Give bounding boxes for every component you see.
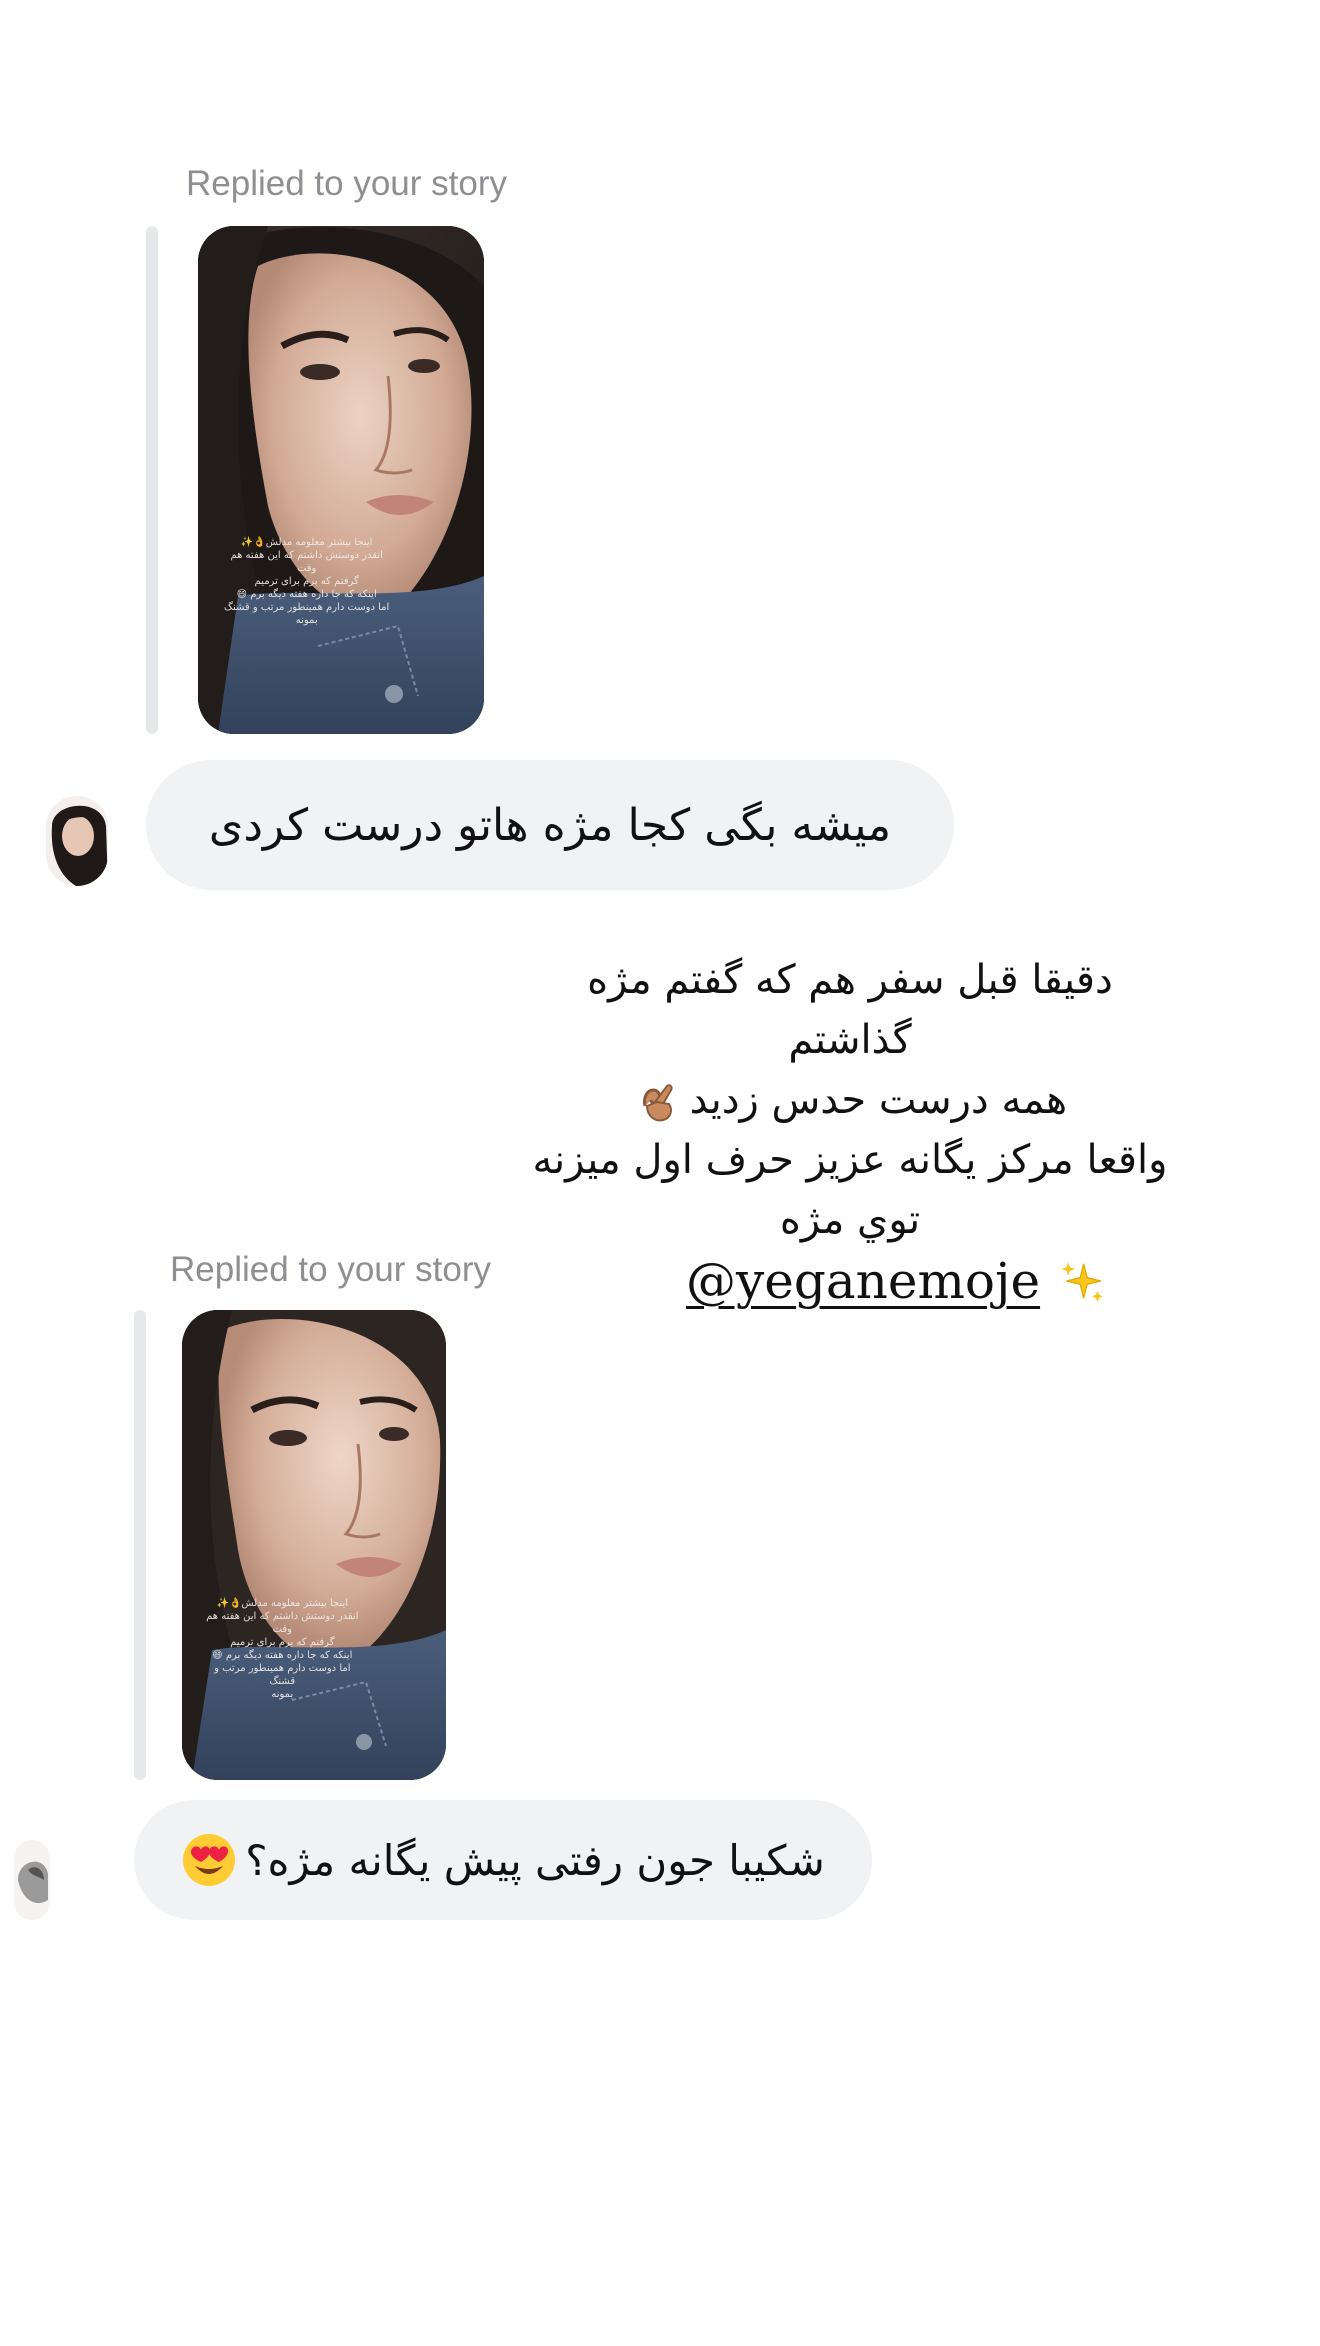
sparkles-icon — [1061, 1262, 1103, 1302]
story-text-line: همه درست حدس زدید — [689, 1077, 1068, 1123]
reply-label: Replied to your story — [186, 164, 507, 203]
avatar-image — [14, 1840, 50, 1920]
story-portrait-image — [182, 1310, 446, 1780]
story-caption-line: بمونه — [271, 1688, 294, 1700]
story-text-line: واقعا مرکز یگانه عزیز حرف اول میزنه — [532, 1137, 1168, 1183]
message-text: میشه بگی کجا مژه هاتو درست کردی — [208, 799, 892, 851]
story-caption-line: اینجا بیشتر معلومه مدلش👌✨ — [216, 1597, 349, 1609]
story-caption-line: انقدر دوستش داشتم که این هفته هم وقت — [230, 549, 383, 574]
story-caption-line: بمونه — [295, 614, 318, 626]
avatar[interactable] — [14, 1840, 50, 1920]
avatar[interactable] — [46, 796, 108, 886]
story-portrait-image — [198, 226, 484, 734]
mention-link[interactable]: @yeganemoje — [686, 1252, 1040, 1310]
story-caption-line: اینکه که جا داره هفته دیگه برم 😄 — [212, 1649, 353, 1661]
story-caption: اینجا بیشتر معلومه مدلش👌✨ انقدر دوستش دا… — [203, 1597, 361, 1701]
story-caption-line: انقدر دوستش داشتم که این هفته هم وقت — [206, 1610, 359, 1635]
message-text: شکیبا جون رفتی پیش یگانه مژه؟ — [245, 1835, 825, 1885]
story-caption-line: اما دوست دارم همینطور مرتب و قشنگ — [224, 601, 390, 613]
story-text: دقیقا قبل سفر هم که گفتم مژه گذاشتم همه … — [470, 950, 1230, 1250]
heart-eyes-emoji-icon — [183, 1834, 236, 1886]
story-text-line: توي مژه — [779, 1197, 921, 1243]
quote-bar — [134, 1310, 146, 1780]
story-caption: اینجا بیشتر معلومه مدلش👌✨ انقدر دوستش دا… — [221, 536, 393, 627]
story-thumbnail[interactable]: اینجا بیشتر معلومه مدلش👌✨ انقدر دوستش دا… — [182, 1310, 446, 1780]
story-caption-line: گرفتم که برم برای ترمیم — [230, 1636, 335, 1648]
story-caption-line: اینجا بیشتر معلومه مدلش👌✨ — [240, 536, 373, 548]
message-bubble[interactable]: میشه بگی کجا مژه هاتو درست کردی — [146, 760, 954, 890]
story-caption-line: اینکه که جا داره هفته دیگه برم 😄 — [236, 588, 377, 600]
mention-row: @yeganemoje — [686, 1252, 1106, 1310]
story-caption-line: گرفتم که برم برای ترمیم — [254, 575, 359, 587]
story-caption-line: اما دوست دارم همینطور مرتب و قشنگ — [214, 1662, 351, 1687]
story-text-line: گذاشتم — [788, 1017, 912, 1063]
story-text-line: دقیقا قبل سفر هم که گفتم مژه — [587, 957, 1113, 1003]
quote-bar — [146, 226, 158, 734]
ok-hand-icon — [642, 1084, 673, 1122]
avatar-image — [46, 796, 108, 886]
reply-label: Replied to your story — [170, 1250, 491, 1289]
story-text-line-with-emoji: همه درست حدس زدید — [470, 1070, 1230, 1130]
message-bubble[interactable]: شکیبا جون رفتی پیش یگانه مژه؟ — [134, 1800, 872, 1920]
story-thumbnail[interactable]: اینجا بیشتر معلومه مدلش👌✨ انقدر دوستش دا… — [198, 226, 484, 734]
